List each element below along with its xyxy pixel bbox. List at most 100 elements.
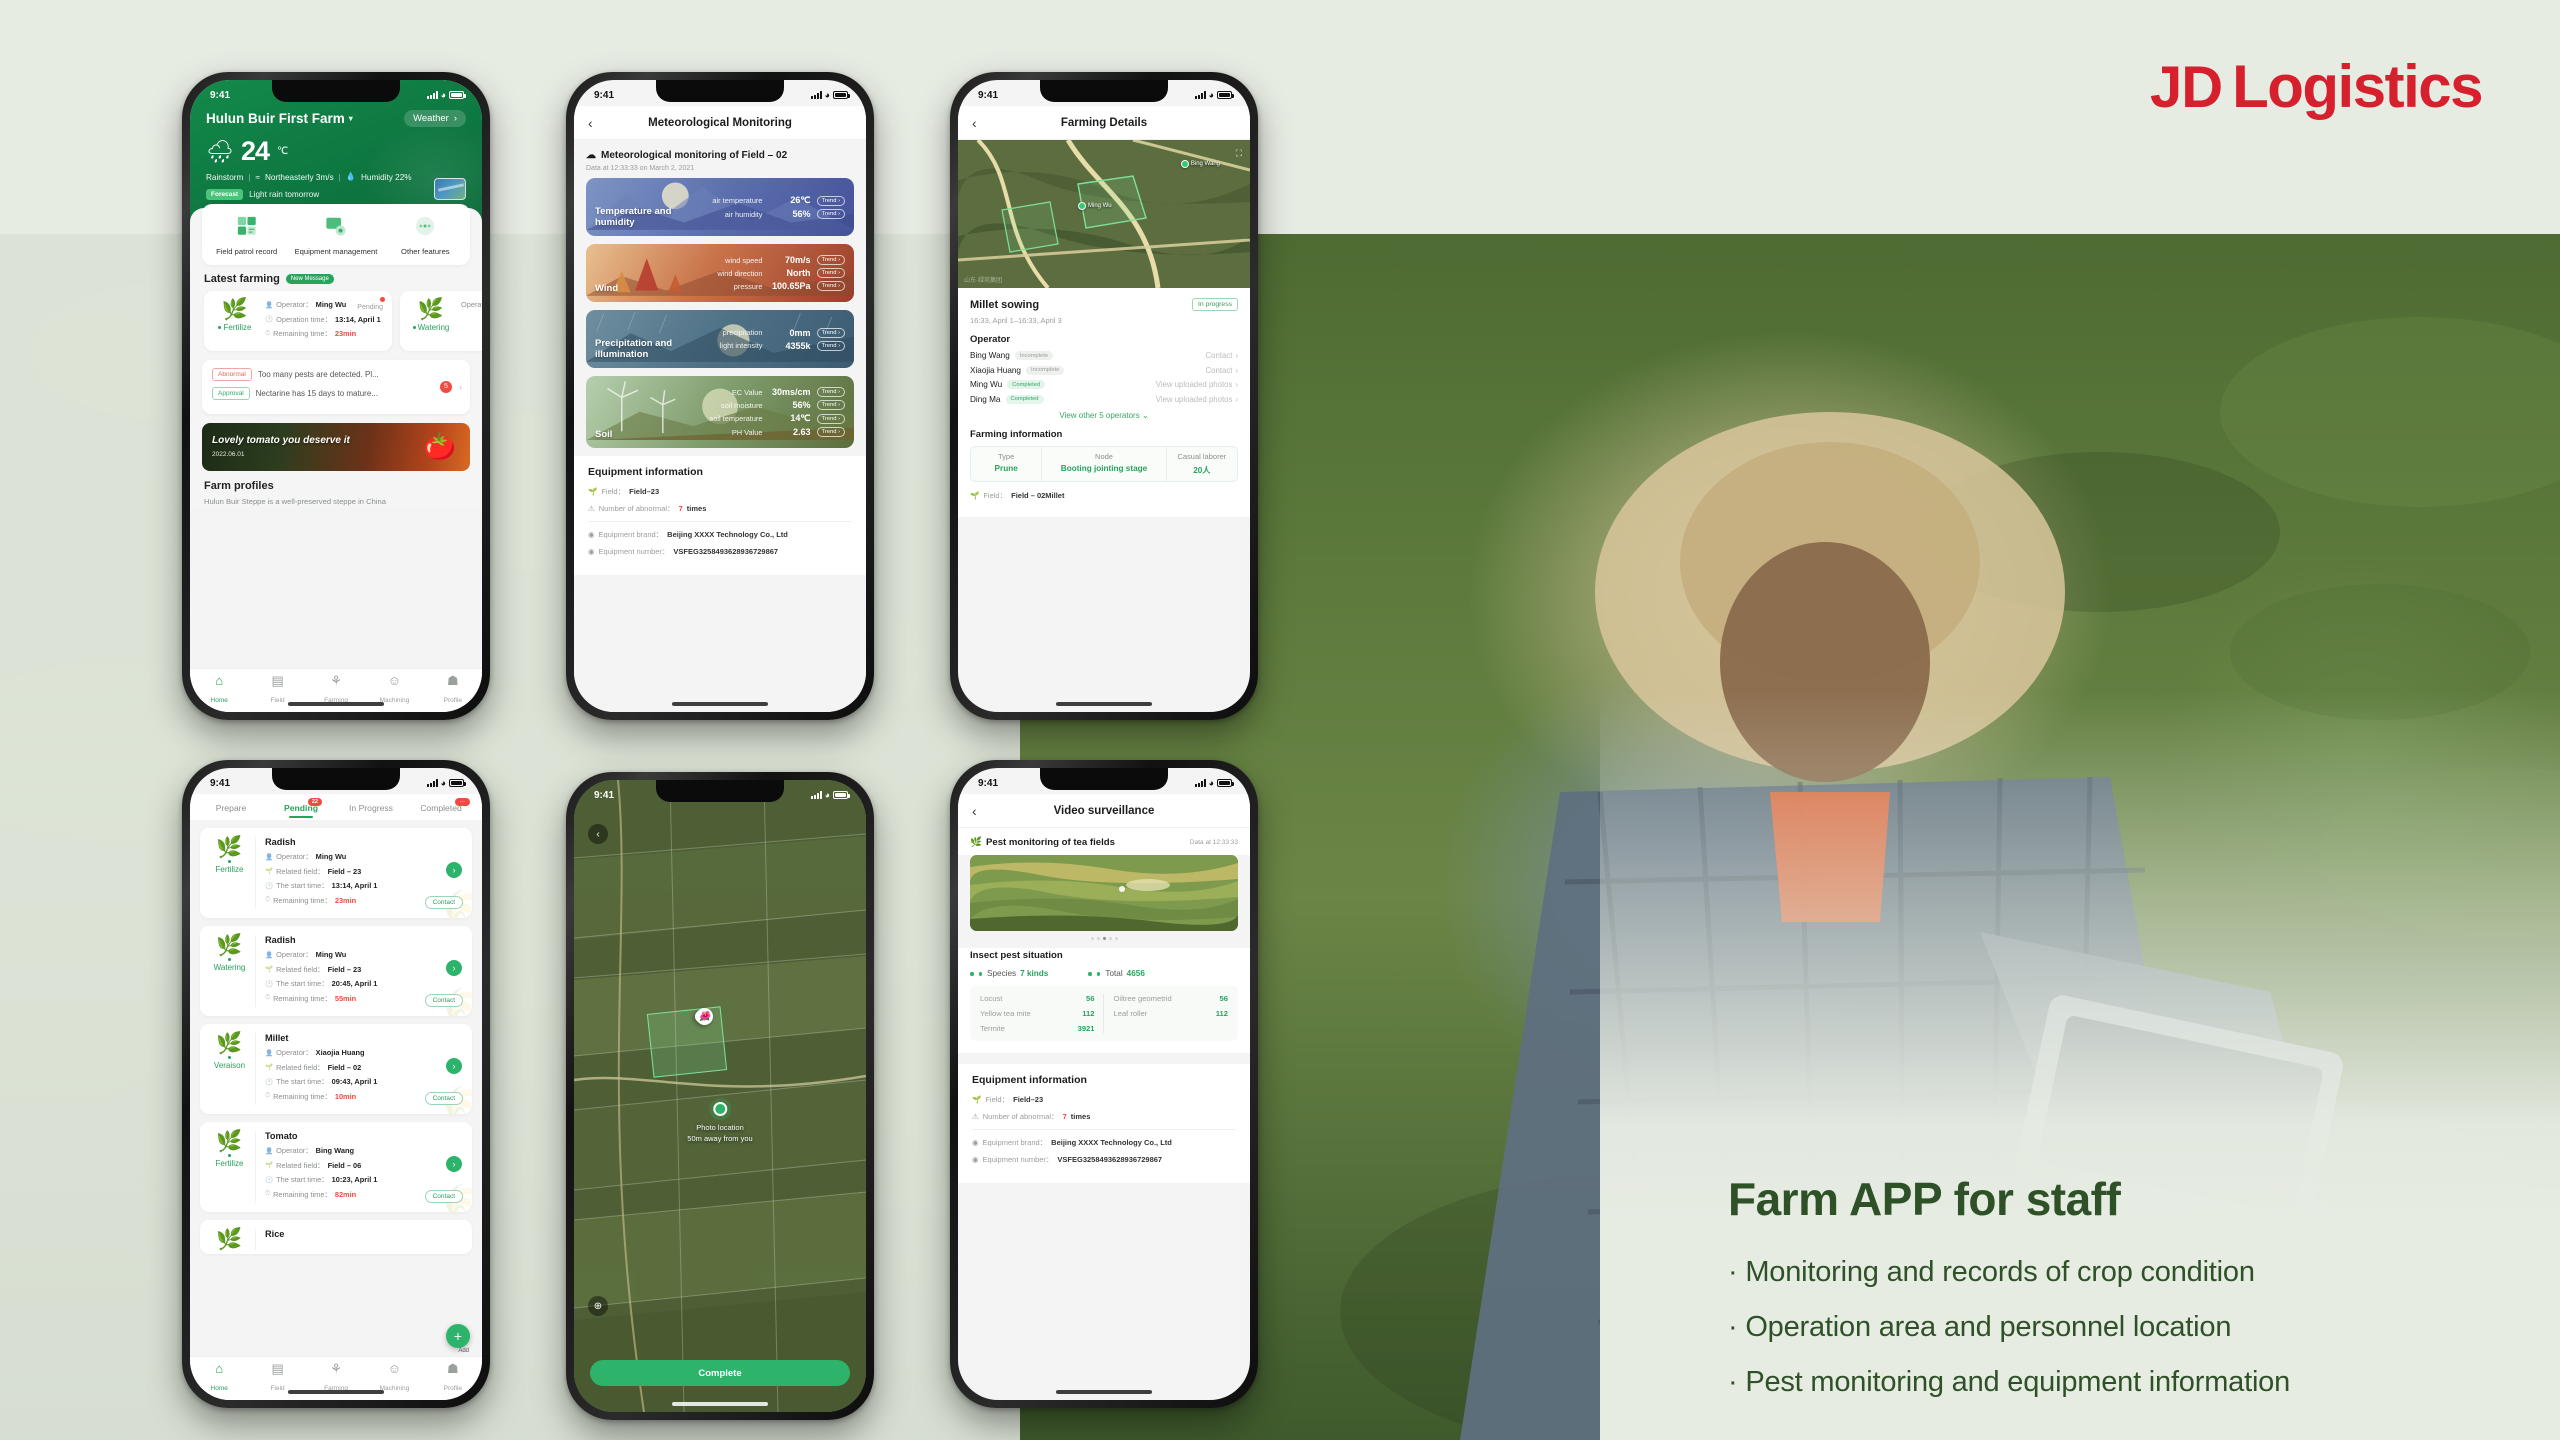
abnormal-value: 7 [1062, 1112, 1067, 1121]
map-pin-ming-wu[interactable]: Ming Wu [1078, 202, 1112, 210]
open-task-button[interactable]: › [446, 1156, 462, 1172]
card-name: Soil [595, 429, 613, 441]
quick-action-other[interactable]: Other features [381, 215, 470, 256]
photo-location-indicator: Photo location 50m away from you [687, 1102, 753, 1145]
add-task-button[interactable]: + [446, 1324, 470, 1348]
quick-action-equipment[interactable]: Equipment management [291, 215, 380, 256]
operator-action[interactable]: Contact › [1206, 351, 1238, 360]
status-icons: ◕ [1194, 90, 1234, 100]
equipment-abnormal-row: ⚠ Number of abnormal： 7 times [588, 503, 852, 514]
humidity-value: Humidity 22% [361, 172, 412, 182]
status-time: 9:41 [210, 777, 231, 789]
recenter-location-button[interactable]: ⊕ [588, 1296, 608, 1316]
tab-profile[interactable]: ☗ Profile [424, 674, 482, 707]
back-icon[interactable]: ‹ [972, 116, 977, 130]
metric-card-soil[interactable]: Soil EC Value 30ms/cm Trend › soil moistur… [586, 376, 854, 448]
back-icon[interactable]: ‹ [972, 804, 977, 818]
operator-row: Operator：Ming Wu [461, 299, 482, 310]
data-timestamp: Data at 12:33:33 [1189, 839, 1238, 846]
notch [272, 80, 400, 102]
metric-card-wind[interactable]: Wind wind speed 70m/s Trend › wind directi… [586, 244, 854, 302]
metric-label: air humidity [724, 209, 763, 219]
complete-button[interactable]: Complete [590, 1360, 850, 1386]
tab-pending[interactable]: Pending 22 [266, 798, 336, 820]
task-status-tabs: Prepare Pending 22 In Progress Completed ·… [190, 794, 482, 820]
task-name: Radish [265, 935, 296, 945]
contact-button[interactable]: Contact [424, 994, 463, 1007]
map-pin-bing-wang[interactable]: Bing Wang [1180, 160, 1220, 168]
trend-button[interactable]: Trend › [816, 387, 845, 397]
trend-button[interactable]: Trend › [816, 195, 845, 206]
trend-button[interactable]: Trend › [816, 268, 845, 278]
task-card[interactable]: 🌾 🌿Watering Radish 👤Operator：Ming Wu 🌱Re… [200, 926, 472, 1016]
mini-map-thumbnail[interactable] [434, 178, 466, 200]
operator-action[interactable]: View uploaded photos › [1156, 380, 1238, 389]
battery-icon [833, 91, 850, 99]
task-card[interactable]: 🌾 🌿Fertilize Tomato 👤Operator：Bing Wang … [200, 1122, 472, 1212]
surveillance-photo[interactable] [970, 855, 1238, 931]
farming-card[interactable]: 🌿 Watering Operator：Ming Wu [400, 291, 482, 351]
trend-button[interactable]: Trend › [816, 209, 845, 219]
operator-action[interactable]: Contact › [1206, 366, 1238, 375]
operator-row: Ding Ma Completed View uploaded photos › [970, 394, 1238, 404]
trend-button[interactable]: Trend › [816, 327, 845, 338]
trend-button[interactable]: Trend › [816, 400, 845, 410]
satellite-map[interactable]: 🌺 ‹ ⊕ Photo location 50m away from you C… [574, 780, 866, 1412]
dot [1096, 937, 1100, 940]
meteorological-body: ☁ Meteorological monitoring of Field – 0… [574, 140, 866, 712]
pest-row: Locust 56 [980, 994, 1095, 1003]
back-button[interactable]: ‹ [588, 824, 608, 844]
notch [272, 768, 400, 790]
trend-button[interactable]: Trend › [816, 413, 845, 424]
farming-card[interactable]: Pending 🌿 Fertilize 👤 Operator： Ming Wu 🕐 O… [204, 291, 392, 351]
farm-selector[interactable]: Hulun Buir First Farm ▾ [206, 111, 353, 126]
trend-button[interactable]: Trend › [816, 340, 845, 351]
trend-button[interactable]: Trend › [816, 255, 845, 265]
chevron-right-icon: › [1235, 365, 1238, 375]
temperature-value: 24 [240, 136, 270, 166]
tab-in-progress[interactable]: In Progress [336, 798, 406, 820]
metric-card-precipitation[interactable]: Precipitation and illumination precipita… [586, 310, 854, 368]
photo-location-text: Photo location 50m away from you [687, 1122, 752, 1145]
open-task-button[interactable]: › [446, 1058, 462, 1074]
open-task-button[interactable]: › [446, 862, 462, 878]
farming-icon: ⚘ [330, 1361, 342, 1376]
task-list: 🌾 🌿Fertilize Radish 👤Operator：Ming Wu 🌱R… [190, 820, 482, 1270]
metric-card-temperature[interactable]: Temperature and humidity air temperature… [586, 178, 854, 236]
pest-heading-text: Pest monitoring of tea fields [985, 837, 1115, 848]
machining-icon: ☺ [387, 1361, 402, 1376]
subheading-text: Data at 12:33:33 on March 2, 2021 [586, 165, 695, 172]
expand-icon[interactable]: ⛶ [1236, 148, 1242, 159]
contact-button[interactable]: Contact [424, 1190, 463, 1203]
back-icon[interactable]: ‹ [588, 116, 593, 130]
promo-banner[interactable]: 🍅 Lovely tomato you deserve it 2022.06.0… [202, 422, 470, 471]
tab-prepare[interactable]: Prepare [196, 798, 266, 820]
column-header: Casual laborer [1177, 451, 1227, 461]
selected-parcel[interactable] [646, 1006, 728, 1078]
pest-count: 56 [1219, 994, 1228, 1003]
task-card[interactable]: 🌾 🌿Veraison Millet 👤Operator：Xiaojia Hua… [200, 1024, 472, 1114]
view-more-operators[interactable]: View other 5 operators ⌄ [970, 411, 1238, 420]
weather-button[interactable]: Weather › [404, 110, 466, 127]
contact-button[interactable]: Contact [424, 1092, 463, 1105]
tab-completed[interactable]: Completed ··· [406, 798, 476, 820]
contact-button[interactable]: Contact [424, 896, 463, 909]
quick-action-field-patrol[interactable]: Field patrol record [202, 215, 291, 256]
task-card[interactable]: 🌿 Rice [200, 1220, 472, 1254]
field-row: 🌱 Related field： Field – 06 [265, 1160, 462, 1171]
logo-wordmark: Logistics [2232, 53, 2483, 120]
crop-label: Watering [213, 963, 246, 972]
open-task-button[interactable]: › [446, 960, 462, 976]
operator-value: Ming Wu [315, 950, 347, 959]
trend-button[interactable]: Trend › [816, 281, 845, 291]
tab-profile[interactable]: ☗ Profile [424, 1362, 482, 1395]
satellite-map[interactable]: Bing Wang Ming Wu 山东·绿苑集团 ⛶ [958, 140, 1250, 288]
photo-carousel-dots[interactable] [958, 937, 1250, 940]
trend-button[interactable]: Trend › [816, 427, 845, 437]
operator-action[interactable]: View uploaded photos › [1156, 395, 1238, 404]
task-card[interactable]: 🌾 🌿Fertilize Radish 👤Operator：Ming Wu 🌱R… [200, 828, 472, 918]
tab-home[interactable]: ⌂ Home [190, 674, 248, 707]
alerts-card[interactable]: Abnormal Too many pests are detected. Pl… [202, 359, 470, 414]
start-value: 13:14, April 1 [331, 881, 378, 890]
tab-home[interactable]: ⌂ Home [190, 1362, 248, 1395]
